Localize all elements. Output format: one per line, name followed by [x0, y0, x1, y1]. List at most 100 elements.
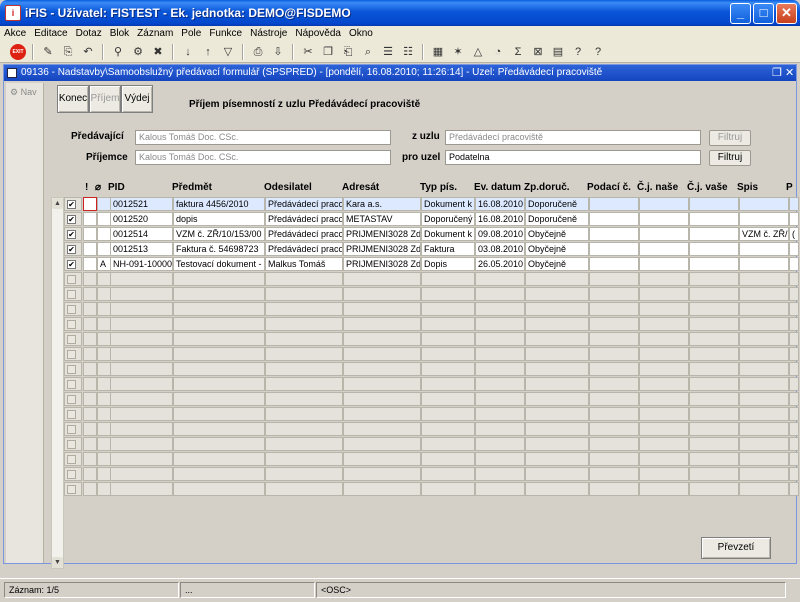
cell-pid[interactable] [110, 482, 173, 496]
row-checkbox[interactable] [67, 425, 76, 434]
row-flag-cell[interactable] [83, 272, 97, 286]
cell-typ[interactable]: Dopis [421, 257, 475, 271]
cell-predmet[interactable]: Testovací dokument - [173, 257, 265, 271]
col-header-podaci[interactable]: Podací č. [587, 182, 631, 193]
row-checkbox[interactable]: ✔ [67, 260, 76, 269]
cell-cj-vase[interactable] [689, 287, 739, 301]
cell-cj-nase[interactable] [639, 227, 689, 241]
cell-cj-vase[interactable] [689, 362, 739, 376]
row-checkbox[interactable]: ✔ [67, 245, 76, 254]
save-icon[interactable]: ✎ [40, 44, 56, 60]
cell-predmet[interactable] [173, 302, 265, 316]
cell-adresat[interactable] [343, 317, 421, 331]
cell-predmet[interactable] [173, 347, 265, 361]
cell-odesilatel[interactable] [265, 302, 343, 316]
cell-zp[interactable] [525, 362, 589, 376]
cell-datum[interactable] [475, 407, 525, 421]
filtruj-button-1[interactable]: Filtruj [709, 130, 751, 146]
cell-typ[interactable] [421, 287, 475, 301]
cell-adresat[interactable] [343, 392, 421, 406]
row-checkbox[interactable] [67, 485, 76, 494]
col-header-datum[interactable]: Ev. datum [474, 182, 521, 193]
cell-adresat[interactable] [343, 422, 421, 436]
cell-zp[interactable] [525, 332, 589, 346]
minimize-button[interactable]: _ [730, 3, 751, 24]
vertical-scrollbar[interactable]: ▲ ▼ [51, 197, 64, 569]
print-icon[interactable]: ⎙ [250, 44, 266, 60]
cell-typ[interactable]: Faktura [421, 242, 475, 256]
row-flag-cell[interactable] [83, 362, 97, 376]
cell-cj-nase[interactable] [639, 392, 689, 406]
cell-spis[interactable] [739, 362, 789, 376]
cell-datum[interactable] [475, 422, 525, 436]
cell-datum[interactable]: 09.08.2010 [475, 227, 525, 241]
cell-predmet[interactable]: VZM č. ZŘ/10/153/00 [173, 227, 265, 241]
row-flag-cell[interactable] [83, 302, 97, 316]
cell-pid[interactable] [110, 422, 173, 436]
cell-podaci[interactable] [589, 347, 639, 361]
cell-typ[interactable] [421, 467, 475, 481]
cell-mark[interactable] [97, 212, 111, 226]
row-flag-cell[interactable] [83, 257, 97, 271]
enter-query-icon[interactable]: ⚲ [110, 44, 126, 60]
cell-podaci[interactable] [589, 437, 639, 451]
cell-pid[interactable] [110, 332, 173, 346]
row-checkbox[interactable] [67, 380, 76, 389]
cell-podaci[interactable] [589, 317, 639, 331]
cell-adresat[interactable] [343, 362, 421, 376]
cell-zp[interactable] [525, 482, 589, 496]
menu-dotaz[interactable]: Dotaz [72, 26, 106, 41]
cell-podaci[interactable] [589, 482, 639, 496]
cell-typ[interactable] [421, 377, 475, 391]
cell-podaci[interactable] [589, 302, 639, 316]
cell-spis[interactable] [739, 302, 789, 316]
cell-cj-vase[interactable] [689, 437, 739, 451]
cell-podaci[interactable] [589, 362, 639, 376]
cell-adresat[interactable] [343, 302, 421, 316]
cell-spis[interactable] [739, 197, 789, 211]
cell-predmet[interactable] [173, 422, 265, 436]
cell-adresat[interactable]: Kara a.s. [343, 197, 421, 211]
cell-zp[interactable]: Obyčejně [525, 242, 589, 256]
row-flag-cell[interactable] [83, 212, 97, 226]
cell-odesilatel[interactable]: Předávádecí pracovi [265, 212, 343, 226]
row-flag-cell[interactable] [83, 422, 97, 436]
cell-cj-nase[interactable] [639, 317, 689, 331]
cell-datum[interactable]: 03.08.2010 [475, 242, 525, 256]
cell-typ[interactable] [421, 317, 475, 331]
cell-odesilatel[interactable] [265, 392, 343, 406]
cell-odesilatel[interactable] [265, 332, 343, 346]
cell-mark[interactable] [97, 332, 111, 346]
cell-mark[interactable] [97, 377, 111, 391]
cell-typ[interactable] [421, 482, 475, 496]
cell-typ[interactable] [421, 362, 475, 376]
col-header-adresat[interactable]: Adresát [342, 182, 379, 193]
col-header-pid[interactable]: PID [108, 182, 125, 193]
menu-pole[interactable]: Pole [177, 26, 205, 41]
cell-podaci[interactable] [589, 407, 639, 421]
cell-typ[interactable]: Dokument k V. [421, 227, 475, 241]
menu-nastroje[interactable]: Nástroje [246, 26, 291, 41]
row-checkbox[interactable] [67, 410, 76, 419]
cell-cj-nase[interactable] [639, 197, 689, 211]
cell-odesilatel[interactable] [265, 377, 343, 391]
row-checkbox[interactable] [67, 455, 76, 464]
cell-mark[interactable]: A [97, 257, 111, 271]
cell-podaci[interactable] [589, 242, 639, 256]
cell-cj-vase[interactable] [689, 482, 739, 496]
cell-pid[interactable] [110, 362, 173, 376]
cell-spis[interactable] [739, 242, 789, 256]
cell-adresat[interactable] [343, 347, 421, 361]
cell-p[interactable] [789, 452, 799, 466]
cell-adresat[interactable] [343, 377, 421, 391]
cell-predmet[interactable] [173, 287, 265, 301]
cell-p[interactable] [789, 272, 799, 286]
cell-adresat[interactable] [343, 407, 421, 421]
row-checkbox[interactable] [67, 395, 76, 404]
cell-predmet[interactable] [173, 407, 265, 421]
cell-odesilatel[interactable]: Předávádecí pracovi [265, 227, 343, 241]
cell-typ[interactable]: Doporučený d [421, 212, 475, 226]
cell-typ[interactable] [421, 302, 475, 316]
cell-adresat[interactable] [343, 452, 421, 466]
col-header-cj-vase[interactable]: Č.j. vaše [687, 182, 728, 193]
